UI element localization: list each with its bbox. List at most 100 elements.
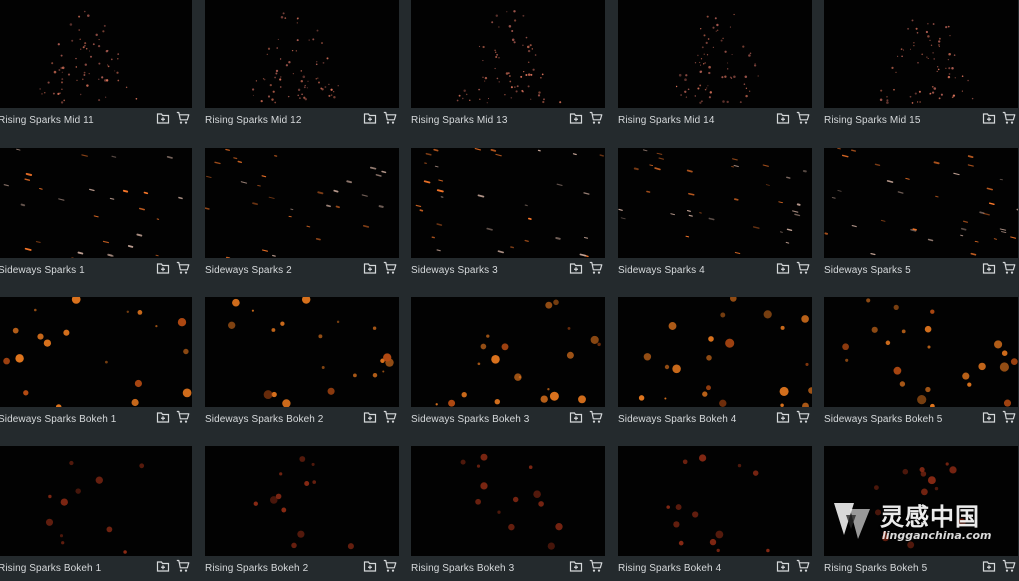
asset-thumbnail[interactable]: [0, 446, 192, 556]
asset-thumbnail[interactable]: [618, 297, 812, 407]
asset-thumbnail[interactable]: [618, 148, 812, 258]
folder-plus-icon: [569, 410, 583, 424]
asset-card[interactable]: Sideways Sparks Bokeh 2: [205, 297, 399, 432]
add-to-collection-button[interactable]: [569, 410, 583, 424]
asset-title: Sideways Sparks Bokeh 5: [824, 414, 942, 425]
asset-card[interactable]: Sideways Sparks 1: [0, 148, 192, 283]
asset-card[interactable]: Rising Sparks Bokeh 4: [618, 446, 812, 581]
add-to-cart-button[interactable]: [1002, 261, 1016, 275]
add-to-collection-button[interactable]: [156, 111, 170, 125]
add-to-collection-button[interactable]: [982, 261, 996, 275]
add-to-collection-button[interactable]: [982, 111, 996, 125]
asset-card[interactable]: Rising Sparks Mid 11: [0, 0, 192, 133]
asset-thumbnail[interactable]: [411, 297, 605, 407]
asset-actions: [982, 261, 1016, 277]
asset-thumbnail[interactable]: [411, 148, 605, 258]
asset-thumbnail[interactable]: [618, 446, 812, 556]
asset-card[interactable]: Rising Sparks Bokeh 3: [411, 446, 605, 581]
asset-card[interactable]: Rising Sparks Mid 12: [205, 0, 399, 133]
add-to-cart-button[interactable]: [383, 261, 397, 275]
cart-icon: [796, 261, 810, 275]
add-to-cart-button[interactable]: [1002, 559, 1016, 573]
asset-card[interactable]: Sideways Sparks Bokeh 3: [411, 297, 605, 432]
add-to-cart-button[interactable]: [589, 410, 603, 424]
add-to-collection-button[interactable]: [776, 111, 790, 125]
add-to-collection-button[interactable]: [363, 559, 377, 573]
add-to-collection-button[interactable]: [982, 559, 996, 573]
cart-icon: [589, 261, 603, 275]
asset-title: Sideways Sparks Bokeh 2: [205, 414, 323, 425]
add-to-collection-button[interactable]: [982, 410, 996, 424]
asset-card[interactable]: Sideways Sparks 2: [205, 148, 399, 283]
asset-card[interactable]: Sideways Sparks 5: [824, 148, 1018, 283]
asset-actions: [363, 559, 397, 575]
asset-actions: [776, 410, 810, 426]
cart-icon: [1002, 410, 1016, 424]
asset-actions: [156, 261, 190, 277]
cart-icon: [589, 410, 603, 424]
add-to-cart-button[interactable]: [383, 111, 397, 125]
asset-card[interactable]: Rising Sparks Bokeh 2: [205, 446, 399, 581]
add-to-collection-button[interactable]: [156, 559, 170, 573]
add-to-collection-button[interactable]: [156, 410, 170, 424]
asset-thumbnail[interactable]: [824, 0, 1018, 108]
add-to-cart-button[interactable]: [383, 559, 397, 573]
asset-card[interactable]: Sideways Sparks 4: [618, 148, 812, 283]
asset-actions: [982, 559, 1016, 575]
asset-title: Rising Sparks Bokeh 2: [205, 563, 308, 574]
add-to-collection-button[interactable]: [156, 261, 170, 275]
asset-thumbnail[interactable]: [824, 148, 1018, 258]
asset-actions: [569, 111, 603, 127]
add-to-cart-button[interactable]: [1002, 111, 1016, 125]
add-to-cart-button[interactable]: [176, 111, 190, 125]
add-to-cart-button[interactable]: [176, 559, 190, 573]
asset-title: Sideways Sparks 4: [618, 265, 705, 276]
asset-thumbnail[interactable]: [205, 446, 399, 556]
add-to-collection-button[interactable]: [776, 559, 790, 573]
add-to-cart-button[interactable]: [1002, 410, 1016, 424]
asset-thumbnail[interactable]: [205, 0, 399, 108]
asset-thumbnail[interactable]: [205, 148, 399, 258]
add-to-collection-button[interactable]: [776, 410, 790, 424]
add-to-cart-button[interactable]: [796, 559, 810, 573]
asset-thumbnail[interactable]: [0, 0, 192, 108]
add-to-cart-button[interactable]: [383, 410, 397, 424]
asset-card[interactable]: Rising Sparks Mid 13: [411, 0, 605, 133]
add-to-collection-button[interactable]: [776, 261, 790, 275]
asset-thumbnail[interactable]: [618, 0, 812, 108]
asset-card[interactable]: Sideways Sparks Bokeh 4: [618, 297, 812, 432]
asset-card[interactable]: Sideways Sparks 3: [411, 148, 605, 283]
add-to-cart-button[interactable]: [796, 410, 810, 424]
asset-title: Rising Sparks Bokeh 5: [824, 563, 927, 574]
add-to-cart-button[interactable]: [796, 111, 810, 125]
add-to-cart-button[interactable]: [589, 261, 603, 275]
asset-thumbnail[interactable]: [0, 148, 192, 258]
add-to-collection-button[interactable]: [363, 410, 377, 424]
cart-icon: [176, 111, 190, 125]
asset-title: Rising Sparks Mid 15: [824, 115, 920, 126]
asset-card[interactable]: Rising Sparks Bokeh 1: [0, 446, 192, 581]
add-to-cart-button[interactable]: [796, 261, 810, 275]
asset-thumbnail[interactable]: [0, 297, 192, 407]
asset-card[interactable]: Rising Sparks Mid 14: [618, 0, 812, 133]
asset-thumbnail[interactable]: [205, 297, 399, 407]
asset-thumbnail[interactable]: [411, 446, 605, 556]
asset-thumbnail[interactable]: [411, 0, 605, 108]
add-to-cart-button[interactable]: [589, 111, 603, 125]
add-to-cart-button[interactable]: [176, 410, 190, 424]
asset-title: Rising Sparks Bokeh 3: [411, 563, 514, 574]
asset-card[interactable]: Rising Sparks Mid 15: [824, 0, 1018, 133]
folder-plus-icon: [363, 261, 377, 275]
add-to-collection-button[interactable]: [569, 111, 583, 125]
add-to-cart-button[interactable]: [589, 559, 603, 573]
add-to-collection-button[interactable]: [569, 261, 583, 275]
asset-card[interactable]: Sideways Sparks Bokeh 1: [0, 297, 192, 432]
add-to-collection-button[interactable]: [363, 111, 377, 125]
asset-card[interactable]: Sideways Sparks Bokeh 5: [824, 297, 1018, 432]
asset-thumbnail[interactable]: [824, 297, 1018, 407]
cart-icon: [1002, 111, 1016, 125]
add-to-collection-button[interactable]: [569, 559, 583, 573]
add-to-cart-button[interactable]: [176, 261, 190, 275]
cart-icon: [796, 111, 810, 125]
add-to-collection-button[interactable]: [363, 261, 377, 275]
